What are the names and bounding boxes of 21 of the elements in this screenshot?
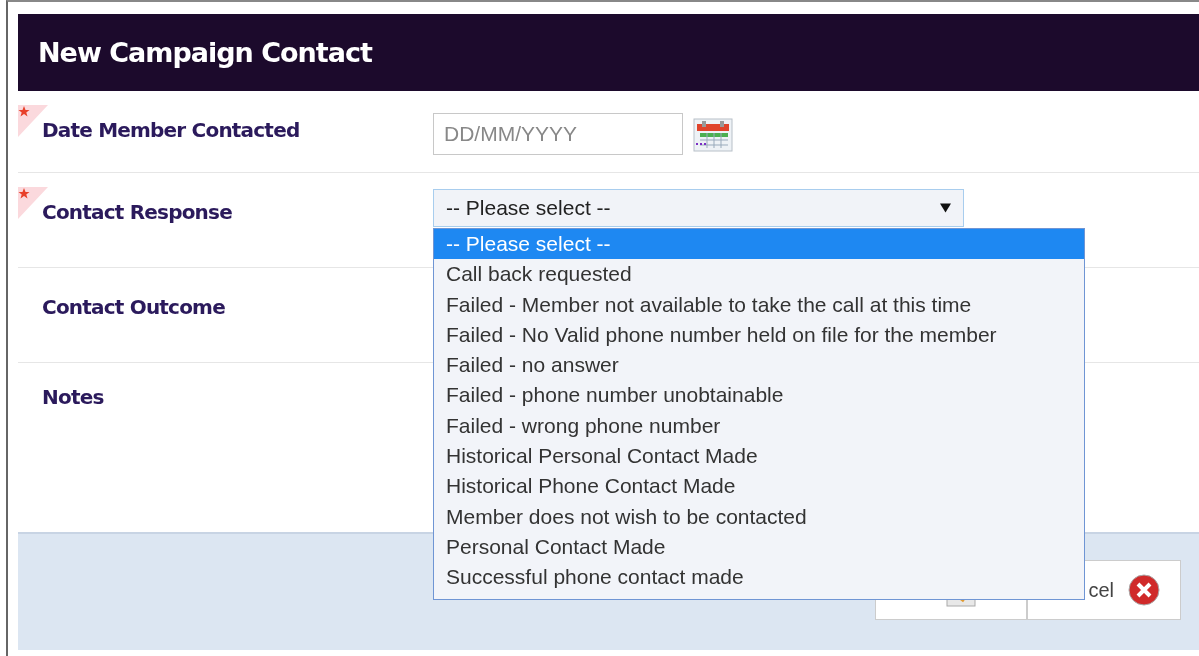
field-label: Notes (42, 385, 104, 409)
dropdown-option[interactable]: Member does not wish to be contacted (434, 501, 1084, 532)
dropdown-option[interactable]: Call back requested (434, 259, 1084, 290)
caret-icon (940, 203, 951, 213)
contact-response-dropdown[interactable]: -- Please select -- (433, 189, 964, 227)
dropdown-option[interactable]: Personal Contact Made (434, 531, 1084, 563)
calendar-icon[interactable] (693, 118, 733, 152)
dropdown-option[interactable]: Failed - Member not available to take the call at this time (434, 289, 1084, 320)
field-label: Date Member Contacted (42, 118, 300, 142)
dropdown-option[interactable]: Failed - no answer (434, 350, 1084, 381)
dropdown-option[interactable]: Historical Personal Contact Made (434, 441, 1084, 472)
dialog-title: New Campaign Contact (38, 37, 372, 68)
dropdown-option[interactable]: -- Please select -- (434, 229, 1084, 260)
dropdown-option[interactable]: Failed - wrong phone number (434, 410, 1084, 442)
close-icon (1128, 574, 1160, 606)
dropdown-option[interactable]: Failed - phone number unobtainable (434, 380, 1084, 411)
field-label: Contact Outcome (42, 295, 225, 319)
field-label: Contact Response (42, 200, 232, 224)
dropdown-option[interactable]: Historical Phone Contact Made (434, 471, 1084, 502)
dropdown-option[interactable]: Failed - No Valid phone number held on file for the member (434, 319, 1084, 351)
date-field[interactable]: DD/MM/YYYY (433, 113, 683, 155)
